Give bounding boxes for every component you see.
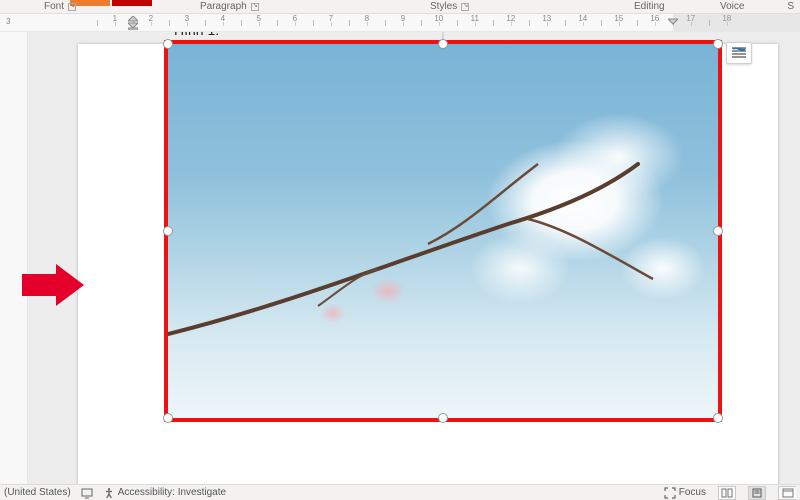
display-settings-icon	[81, 487, 93, 499]
figure-caption[interactable]: Hình 1:	[174, 32, 219, 38]
dialog-launcher-icon[interactable]	[68, 3, 76, 11]
ruler-tick: 5	[241, 14, 277, 23]
status-bar: (United States) Accessibility: Investiga…	[0, 484, 800, 500]
focus-mode-label: Focus	[679, 487, 706, 498]
ruler-tick: 13	[529, 14, 565, 23]
resize-handle-n[interactable]	[438, 39, 448, 49]
ruler-tick: 14	[565, 14, 601, 23]
ruler-tick: 4	[205, 14, 241, 23]
view-read-mode-button[interactable]	[718, 486, 736, 500]
focus-icon	[664, 487, 676, 499]
resize-handle-e[interactable]	[713, 226, 723, 236]
ribbon-right-partial-label: S	[787, 1, 794, 12]
print-layout-icon	[751, 488, 763, 498]
status-accessibility-label: Accessibility: Investigate	[118, 487, 226, 498]
ruler-tick: 12	[493, 14, 529, 23]
ruler-tick: 7	[313, 14, 349, 23]
vertical-ruler-label: 3	[6, 17, 10, 26]
document-page[interactable]: Hình 1:	[78, 44, 778, 484]
web-layout-icon	[782, 488, 794, 498]
ribbon-group-styles: Styles	[430, 1, 457, 12]
inserted-image[interactable]	[168, 44, 718, 418]
horizontal-ruler[interactable]: 3 123456789101112131415161718	[0, 14, 800, 32]
accessibility-icon	[103, 487, 115, 499]
dialog-launcher-icon[interactable]	[461, 3, 469, 11]
dialog-launcher-icon[interactable]	[251, 3, 259, 11]
ribbon-group-font: Font	[44, 1, 64, 12]
ruler-margin-shade	[673, 14, 800, 31]
resize-handle-s[interactable]	[438, 413, 448, 423]
selected-picture-object[interactable]	[168, 44, 718, 418]
focus-mode-button[interactable]: Focus	[664, 487, 706, 499]
ribbon-group-voice: Voice	[720, 1, 744, 12]
indent-marker-right[interactable]	[668, 16, 678, 26]
resize-handle-ne[interactable]	[713, 39, 723, 49]
view-web-layout-button[interactable]	[778, 486, 796, 500]
resize-handle-se[interactable]	[713, 413, 723, 423]
resize-handle-sw[interactable]	[163, 413, 173, 423]
ruler-tick: 8	[349, 14, 385, 23]
status-language-label: (United States)	[4, 487, 71, 498]
ruler-tick: 2	[133, 14, 169, 23]
vertical-ruler[interactable]	[0, 32, 28, 484]
ruler-tick: 10	[421, 14, 457, 23]
read-mode-icon	[721, 488, 733, 498]
status-language[interactable]: (United States)	[4, 487, 71, 498]
ruler-tick: 9	[385, 14, 421, 23]
layout-options-button[interactable]	[726, 42, 752, 64]
ruler-tick: 15	[601, 14, 637, 23]
resize-handle-w[interactable]	[163, 226, 173, 236]
ribbon-group-editing: Editing	[634, 1, 665, 12]
status-accessibility[interactable]: Accessibility: Investigate	[103, 487, 226, 499]
status-display-settings[interactable]	[81, 487, 93, 499]
ruler-tick: 11	[457, 14, 493, 23]
indent-marker-left[interactable]	[128, 16, 138, 30]
resize-handle-nw[interactable]	[163, 39, 173, 49]
annotation-arrow	[22, 264, 84, 306]
ribbon-group-paragraph: Paragraph	[200, 1, 247, 12]
document-workspace[interactable]: Hình 1:	[0, 32, 800, 484]
view-print-layout-button[interactable]	[748, 486, 766, 500]
ruler-tick: 3	[169, 14, 205, 23]
ribbon-color-swatch-red	[112, 0, 152, 6]
ruler-tick: 6	[277, 14, 313, 23]
layout-options-icon	[730, 46, 748, 60]
ribbon-strip: Font Paragraph Styles Editing Voice S	[0, 0, 800, 14]
image-illustration	[168, 44, 718, 418]
